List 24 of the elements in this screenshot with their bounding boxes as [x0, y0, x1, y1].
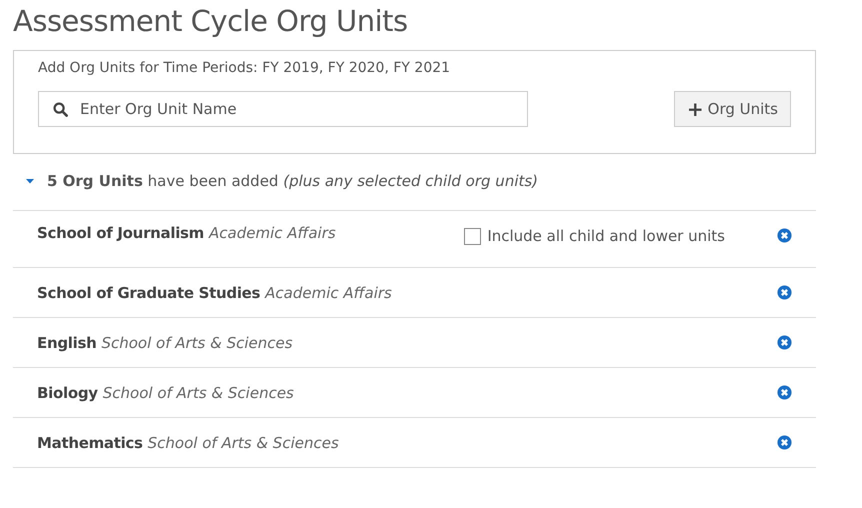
summary-text: 5 Org Units have been added (plus any selected child org units) [47, 172, 538, 190]
org-unit-parent: Academic Affairs [265, 284, 392, 302]
org-unit-name: School of Journalism [37, 224, 204, 242]
org-unit-parent: School of Arts & Sciences [102, 384, 294, 402]
org-unit-name: School of Graduate Studies [37, 284, 260, 302]
remove-icon[interactable] [777, 435, 792, 450]
org-unit-parent: Academic Affairs [209, 224, 336, 242]
caret-icon[interactable] [25, 176, 35, 186]
remove-icon[interactable] [777, 335, 792, 350]
org-unit-parent: School of Arts & Sciences [101, 334, 293, 352]
search-field[interactable]: Enter Org Unit Name [38, 91, 528, 127]
org-unit-name: English [37, 334, 96, 352]
checkbox-label: Include all child and lower units [487, 227, 725, 245]
org-unit-name: Biology [37, 384, 98, 402]
remove-icon[interactable] [777, 385, 792, 400]
remove-icon[interactable] [777, 228, 792, 243]
org-unit-name: Mathematics [37, 434, 143, 452]
page-title: Assessment Cycle Org Units [13, 4, 409, 38]
checkbox[interactable] [464, 228, 482, 244]
panel-label: Add Org Units for Time Periods: FY 2019, FY 2020, FY 2021 [38, 60, 452, 76]
add-org-units-button[interactable]: + Org Units [674, 91, 791, 127]
org-unit-parent: School of Arts & Sciences [148, 434, 339, 452]
remove-icon[interactable] [777, 285, 792, 300]
search-icon [53, 102, 68, 117]
